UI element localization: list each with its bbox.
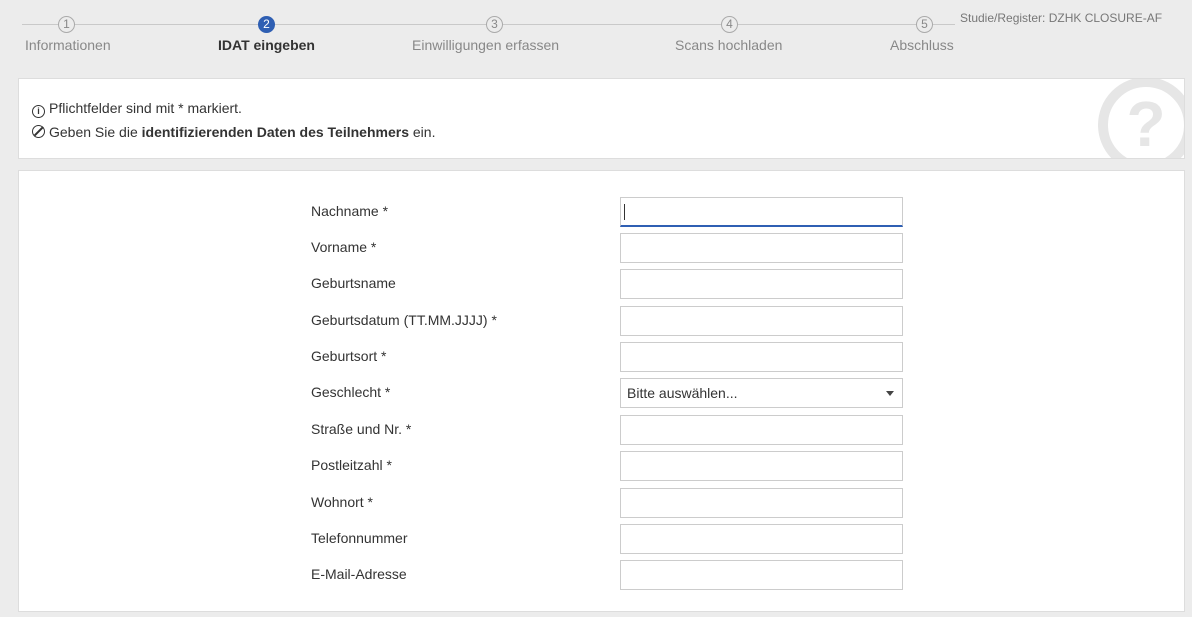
nachname-label: Nachname * [311,203,389,219]
form-row-geburtsort: Geburtsort * [19,342,1184,372]
study-register-label: Studie/Register: DZHK CLOSURE-AF [960,11,1163,25]
form-row-wohnort: Wohnort * [19,488,1184,518]
instruction-note: Geben Sie die identifizierenden Daten de… [32,124,435,140]
form-row-geburtsname: Geburtsname [19,269,1184,299]
step-4-number: 4 [721,16,738,33]
step-1-number: 1 [58,16,75,33]
step-1-label: Informationen [25,37,111,53]
geschlecht-selected-value: Bitte auswählen... [627,385,738,401]
step-4-label: Scans hochladen [675,37,783,53]
required-fields-note: i Pflichtfelder sind mit * markiert. [32,100,242,118]
geburtsname-label: Geburtsname [311,275,396,291]
telefonnummer-label: Telefonnummer [311,530,408,546]
info-panel: i Pflichtfelder sind mit * markiert. Gebe… [18,78,1185,159]
idat-form: Nachname * Vorname * Geburtsname Geburts… [18,170,1185,612]
postleitzahl-label: Postleitzahl * [311,457,392,473]
step-5-label: Abschluss [890,37,954,53]
geburtsname-input[interactable] [620,269,903,299]
instruction-suffix: ein. [409,124,436,140]
ban-circle-icon [32,125,45,138]
form-row-nachname: Nachname * [19,197,1184,227]
email-label: E-Mail-Adresse [311,566,407,582]
postleitzahl-input[interactable] [620,451,903,481]
question-circle-icon: ? [1098,79,1184,158]
instruction-bold: identifizierenden Daten des Teilnehmers [141,124,409,140]
form-row-strasse: Straße und Nr. * [19,415,1184,445]
strasse-input[interactable] [620,415,903,445]
text-caret [624,204,625,220]
step-3-label: Einwilligungen erfassen [412,37,560,53]
form-row-vorname: Vorname * [19,233,1184,263]
info-circle-icon: i [32,105,45,118]
step-3-number: 3 [486,16,503,33]
geburtsort-input[interactable] [620,342,903,372]
step-5-number: 5 [916,16,933,33]
step-2-label: IDAT eingeben [218,37,315,53]
caret-down-icon [886,391,894,396]
geburtsdatum-label: Geburtsdatum (TT.MM.JJJJ) * [311,312,497,328]
progress-stepper: 1 Informationen 2 IDAT eingeben 3 Einwil… [0,0,1192,70]
step-2-number: 2 [258,16,275,33]
wohnort-label: Wohnort * [311,494,373,510]
form-row-postleitzahl: Postleitzahl * [19,451,1184,481]
form-row-email: E-Mail-Adresse [19,560,1184,590]
instruction-prefix: Geben Sie die [49,124,142,140]
geschlecht-label: Geschlecht * [311,384,391,400]
form-row-telefonnummer: Telefonnummer [19,524,1184,554]
required-fields-text: Pflichtfelder sind mit * markiert. [49,100,242,116]
nachname-input[interactable] [620,197,903,227]
form-row-geschlecht: Geschlecht * Bitte auswählen... [19,378,1184,408]
strasse-label: Straße und Nr. * [311,421,412,437]
wohnort-input[interactable] [620,488,903,518]
vorname-input[interactable] [620,233,903,263]
email-input[interactable] [620,560,903,590]
geburtsdatum-input[interactable] [620,306,903,336]
vorname-label: Vorname * [311,239,377,255]
geburtsort-label: Geburtsort * [311,348,387,364]
telefonnummer-input[interactable] [620,524,903,554]
geschlecht-select[interactable]: Bitte auswählen... [620,378,903,408]
form-row-geburtsdatum: Geburtsdatum (TT.MM.JJJJ) * [19,306,1184,336]
